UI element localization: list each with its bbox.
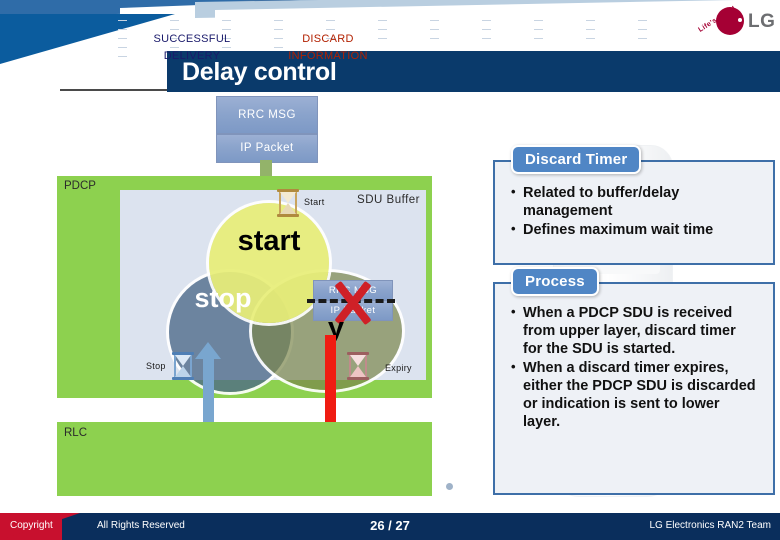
discard-timer-panel: Related to buffer/delay management Defin… bbox=[493, 160, 775, 265]
bullet-item: Related to buffer/delay management bbox=[509, 183, 759, 220]
ip-packet-box: IP Packet bbox=[216, 134, 318, 163]
discard-information-line2: INFORMATION bbox=[288, 50, 368, 62]
venn-label-stop: stop bbox=[194, 283, 252, 313]
hourglass-stop-label: Stop bbox=[146, 361, 166, 371]
hourglass-expiry-icon bbox=[347, 352, 369, 380]
sdu-buffer-label: SDU Buffer bbox=[357, 194, 420, 206]
bullet-item: When a PDCP SDU is received from upper l… bbox=[509, 303, 759, 358]
successful-delivery-line2: DELIVERY bbox=[163, 50, 221, 62]
decorative-dot bbox=[446, 483, 453, 490]
footer-bar: Copyright All Rights Reserved 26 / 27 LG… bbox=[0, 513, 780, 540]
title-underline bbox=[60, 89, 170, 91]
lg-logo: Life's Good LG bbox=[697, 4, 778, 48]
process-panel: When a PDCP SDU is received from upper l… bbox=[493, 282, 775, 495]
hourglass-start-icon bbox=[277, 189, 299, 217]
lg-eye-icon bbox=[738, 18, 742, 22]
discard-timer-heading: Discard Timer bbox=[511, 145, 642, 174]
process-heading: Process bbox=[511, 267, 599, 296]
venn-label-expiry: y bbox=[327, 312, 345, 344]
successful-delivery-line1: SUCCESSFUL bbox=[153, 33, 231, 45]
rrc-msg-box: RRC MSG bbox=[216, 96, 318, 134]
hourglass-expiry-label: Expiry bbox=[385, 363, 412, 373]
hourglass-stop-icon bbox=[172, 352, 194, 380]
lg-face-icon bbox=[716, 7, 752, 39]
discard-information-label: DISCARD INFORMATION bbox=[253, 31, 403, 65]
footer-copyright: Copyright bbox=[10, 520, 53, 531]
bullet-item: Defines maximum wait time bbox=[509, 220, 759, 239]
pdcp-label: PDCP bbox=[64, 180, 96, 192]
venn-label-start: start bbox=[237, 225, 301, 257]
bullet-item: When a discard timer expires, either the… bbox=[509, 358, 759, 431]
slide-canvas: Delay control Life's Good LG RRC MSG IP … bbox=[0, 0, 780, 540]
rlc-label: RLC bbox=[64, 427, 88, 439]
successful-delivery-label: SUCCESSFUL DELIVERY bbox=[117, 31, 267, 65]
footer-team: LG Electronics RAN2 Team bbox=[649, 520, 771, 531]
discard-information-line1: DISCARD bbox=[302, 33, 354, 45]
hourglass-start-label: Start bbox=[304, 197, 325, 207]
lg-wordmark: LG bbox=[748, 11, 776, 32]
discard-timer-bullets: Related to buffer/delay management Defin… bbox=[509, 183, 759, 240]
rlc-layer-box: RLC bbox=[57, 422, 432, 496]
process-bullets: When a PDCP SDU is received from upper l… bbox=[509, 303, 759, 432]
